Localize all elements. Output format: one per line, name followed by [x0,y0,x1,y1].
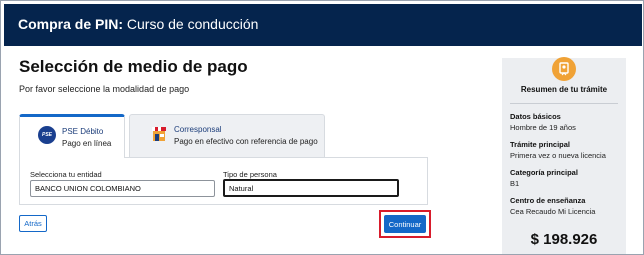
person-type-field[interactable] [223,179,399,197]
tab-corresponsal-description: Pago en efectivo con referencia de pago [174,137,318,146]
entity-field[interactable] [30,180,215,197]
payment-form: Selecciona tu entidad Tipo de persona [19,157,428,205]
tab-pse-debito[interactable]: PSE PSE Débito Pago en línea [19,114,125,158]
pse-logo-text: PSE [38,126,56,144]
back-button[interactable]: Atrás [19,215,47,232]
app-window: Compra de PIN: Curso de conducción Selec… [0,0,644,255]
page-title: Selección de medio de pago [19,57,248,76]
certificate-icon [552,57,576,81]
summary-divider [510,103,618,104]
continue-highlight: Continuar [379,210,431,238]
person-type-label: Tipo de persona [223,170,277,179]
entity-label: Selecciona tu entidad [30,170,102,179]
summary-value-datos: Hombre de 19 años [510,123,576,132]
header-bar: Compra de PIN: Curso de conducción [4,4,642,46]
header-title-bold: Compra de PIN: [18,16,124,32]
tab-pse-label: PSE Débito [62,127,104,136]
summary-total: $ 198.926 [530,231,598,248]
pse-logo-icon: PSE [38,126,56,144]
summary-label-centro: Centro de enseñanza [510,196,586,205]
summary-label-tramite: Trámite principal [510,140,571,149]
header-title-rest: Curso de conducción [123,16,259,32]
summary-value-categoria: B1 [510,179,520,188]
summary-value-centro: Cea Recaudo Mi Licencia [510,207,596,216]
tab-corresponsal[interactable]: Corresponsal Pago en efectivo con refere… [129,114,325,157]
tab-pse-description: Pago en línea [62,139,112,148]
tab-corresponsal-label: Corresponsal [174,125,222,134]
summary-value-tramite: Primera vez o nueva licencia [510,151,606,160]
summary-title: Resumen de tu trámite [520,85,608,94]
header-title: Compra de PIN: Curso de conducción [18,16,258,32]
summary-panel: Resumen de tu trámite Datos básicos Homb… [502,57,626,254]
summary-label-datos: Datos básicos [510,112,561,121]
summary-label-categoria: Categoría principal [510,168,578,177]
storefront-icon [150,125,168,143]
page-subtitle: Por favor seleccione la modalidad de pag… [19,84,190,94]
continue-button[interactable]: Continuar [384,215,426,233]
